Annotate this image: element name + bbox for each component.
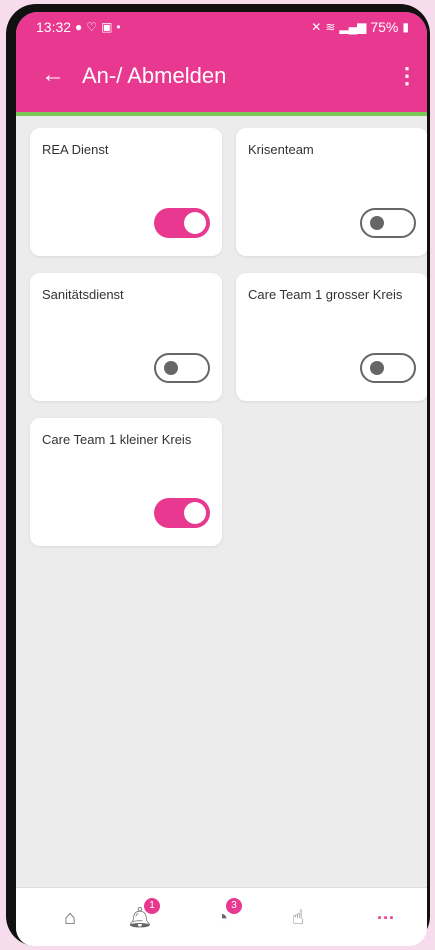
dot-icon: •: [116, 20, 121, 34]
page-title: An-/ Abmelden: [82, 63, 227, 88]
toggle-knob: [370, 216, 384, 230]
battery-level: 75%: [370, 19, 399, 35]
nav-alerts[interactable]: ◔ 3: [204, 898, 242, 934]
toggle-knob: [370, 361, 384, 375]
wifi-icon: ≋: [325, 20, 336, 34]
card-rea-dienst: REA Dienst: [30, 128, 222, 256]
toggle-krisenteam[interactable]: [360, 208, 416, 238]
battery-icon: ▮: [402, 20, 409, 34]
status-bar: 13:32 ● ♡ ▣ • ✕ ≋ ▂▄▆ 75% ▮: [16, 12, 427, 42]
home-icon: ⌂: [63, 907, 77, 929]
toggle-knob: [164, 361, 178, 375]
toggle-care-team-kleiner-kreis[interactable]: [154, 498, 210, 528]
image-icon: ▣: [101, 20, 113, 34]
card-sanitaetsdienst: Sanitätsdienst: [30, 273, 222, 401]
phone-frame: 13:32 ● ♡ ▣ • ✕ ≋ ▂▄▆ 75% ▮ ← An-/ Abmel…: [6, 4, 430, 946]
back-arrow-icon[interactable]: ←: [38, 60, 68, 90]
mute-icon: ✕: [311, 20, 322, 34]
toggle-knob: [184, 502, 206, 524]
screen: 13:32 ● ♡ ▣ • ✕ ≋ ▂▄▆ 75% ▮ ← An-/ Abmel…: [16, 12, 427, 946]
card-label: Care Team 1 grosser Kreis: [248, 287, 403, 302]
touch-icon: ☝︎: [291, 907, 305, 929]
more-icon: ···: [377, 908, 395, 928]
nav-more[interactable]: ···: [368, 902, 404, 934]
toggle-sanitaetsdienst[interactable]: [154, 353, 210, 383]
app-bar: ← An-/ Abmelden ⋮: [16, 42, 427, 112]
notifications-badge: 1: [144, 898, 160, 914]
bottom-nav: ⌂ 🔔︎ 1 ◔ 3 ☝︎ ···: [16, 887, 427, 946]
card-label: Sanitätsdienst: [42, 287, 124, 302]
heart-icon: ♡: [86, 20, 98, 34]
alerts-badge: 3: [226, 898, 242, 914]
card-krisenteam: Krisenteam: [236, 128, 427, 256]
nav-home[interactable]: ⌂: [52, 902, 88, 934]
status-time: 13:32: [36, 19, 72, 35]
nav-touch[interactable]: ☝︎: [280, 902, 316, 934]
card-label: Care Team 1 kleiner Kreis: [42, 432, 192, 447]
toggle-rea-dienst[interactable]: [154, 208, 210, 238]
card-care-team-kleiner-kreis: Care Team 1 kleiner Kreis: [30, 418, 222, 546]
card-label: Krisenteam: [248, 142, 314, 157]
app-notification-icon: ●: [75, 20, 83, 34]
signal-icon: ▂▄▆: [339, 20, 367, 34]
nav-notifications[interactable]: 🔔︎ 1: [122, 898, 160, 934]
card-label: REA Dienst: [42, 142, 109, 157]
overflow-menu-icon[interactable]: ⋮: [395, 62, 419, 90]
divider-line: [16, 112, 427, 116]
toggle-care-team-grosser-kreis[interactable]: [360, 353, 416, 383]
toggle-knob: [184, 212, 206, 234]
card-care-team-grosser-kreis: Care Team 1 grosser Kreis: [236, 273, 427, 401]
